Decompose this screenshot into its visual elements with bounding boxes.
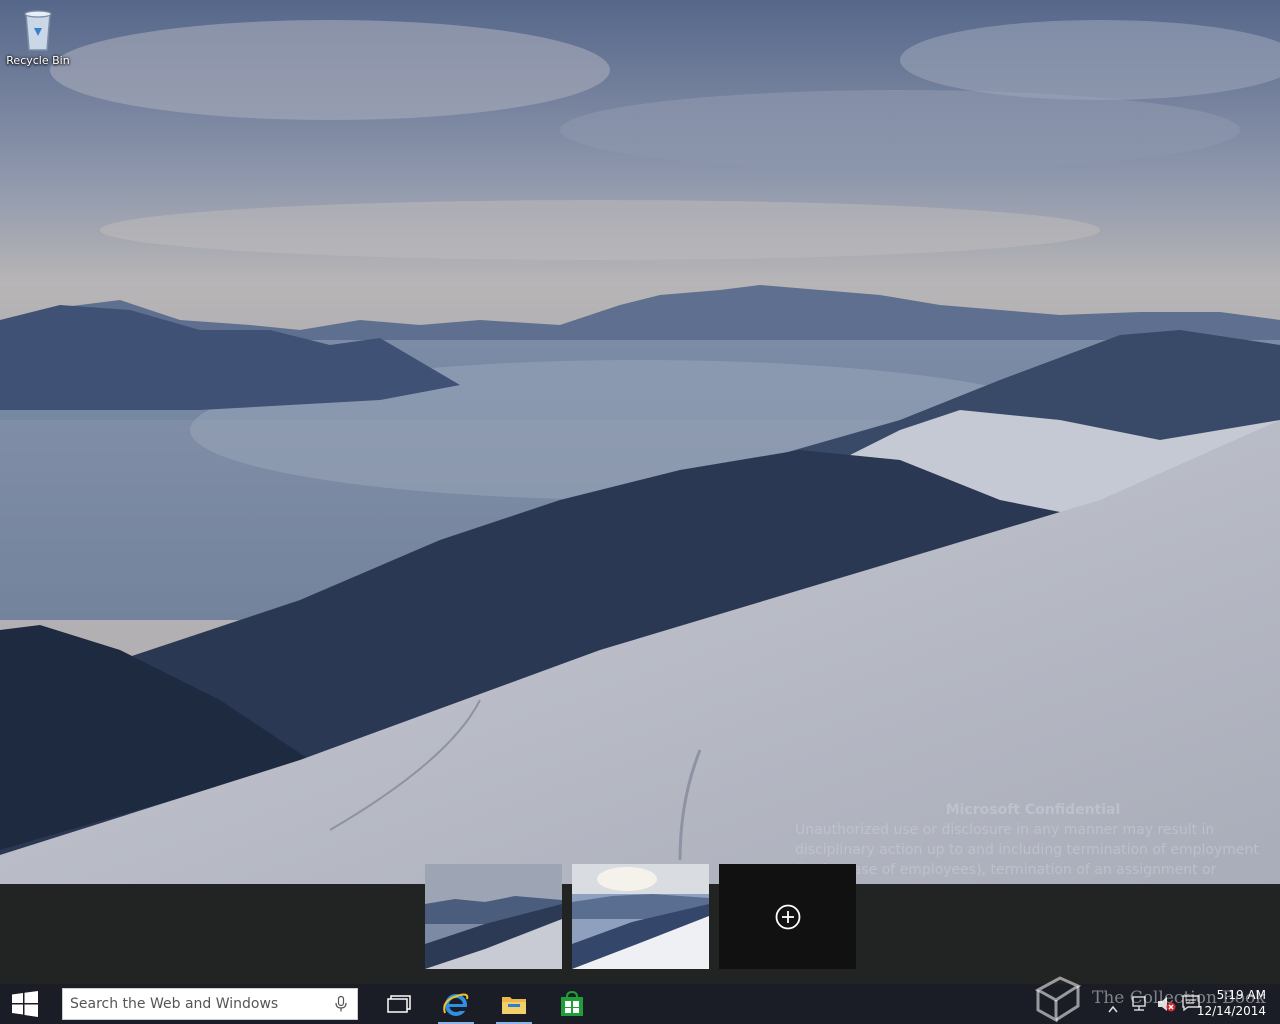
volume-muted-icon[interactable]	[1156, 995, 1176, 1017]
recycle-bin-icon	[24, 10, 52, 51]
search-input[interactable]	[63, 989, 323, 1019]
show-hidden-icons-icon[interactable]	[1108, 998, 1118, 1017]
store-button[interactable]	[548, 984, 596, 1024]
store-bag-icon	[561, 991, 583, 1016]
clock-time: 5:19 AM	[1216, 988, 1266, 1002]
new-desktop-button[interactable]	[719, 864, 856, 969]
internet-explorer-button[interactable]	[432, 984, 480, 1024]
file-explorer-button[interactable]	[490, 984, 538, 1024]
start-button[interactable]	[0, 984, 50, 1024]
add-icon	[775, 904, 800, 929]
windows-logo-icon	[12, 991, 38, 1017]
desktop-wallpaper	[0, 0, 1280, 884]
task-view-icon	[387, 995, 411, 1013]
taskbar: 5:19 AM 12/14/2014	[0, 984, 1280, 1024]
microphone-icon[interactable]	[335, 995, 347, 1016]
virtual-desktop-thumbnail-2[interactable]	[572, 864, 709, 969]
folder-icon	[502, 997, 526, 1014]
clock-date: 12/14/2014	[1196, 1004, 1266, 1018]
confidential-body: Unauthorized use or disclosure in any ma…	[795, 822, 1259, 878]
confidential-title: Microsoft Confidential	[945, 802, 1121, 818]
recycle-bin-shortcut[interactable]: Recycle Bin	[4, 6, 72, 67]
clock[interactable]: 5:19 AM 12/14/2014	[1196, 987, 1266, 1019]
search-box[interactable]	[62, 988, 358, 1020]
network-icon[interactable]	[1130, 995, 1148, 1017]
virtual-desktop-thumbnail-1[interactable]	[425, 864, 562, 969]
internet-explorer-icon	[443, 993, 469, 1016]
recycle-bin-label: Recycle Bin	[6, 54, 70, 67]
confidential-watermark: Microsoft Confidential Unauthorized use …	[795, 800, 1275, 880]
task-view-button[interactable]	[375, 984, 423, 1024]
